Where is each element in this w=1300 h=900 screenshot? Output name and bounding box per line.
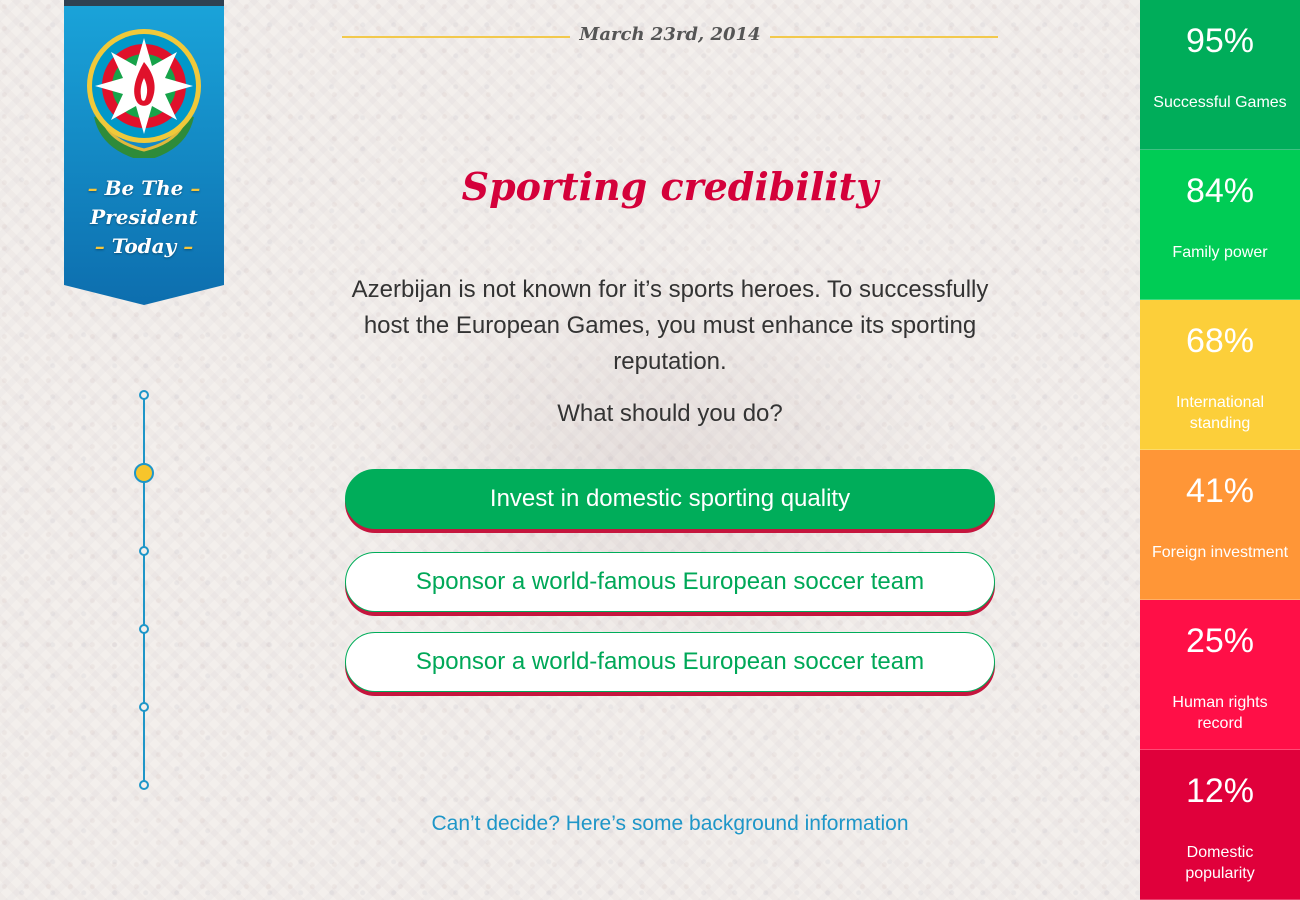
stat-value: 12% — [1185, 772, 1255, 810]
banner-line-2: President — [90, 205, 198, 229]
stat-human-rights-record: 25% Human rights record — [1140, 600, 1300, 750]
timeline-step — [139, 546, 149, 556]
date-divider-right — [770, 36, 998, 38]
stat-family-power: 84% Family power — [1140, 150, 1300, 300]
dash: – — [87, 176, 98, 200]
timeline-step-current — [134, 463, 154, 483]
dash: – — [190, 176, 201, 200]
timeline-step — [139, 780, 149, 790]
current-date: March 23rd, 2014 — [579, 24, 761, 45]
stat-value: 41% — [1185, 472, 1255, 510]
stats-sidebar: 95% Successful Games 84% Family power 68… — [1140, 0, 1300, 900]
stat-value: 95% — [1185, 22, 1255, 60]
stat-label: Family power — [1172, 244, 1268, 261]
dash: – — [94, 234, 105, 258]
banner-title: – Be The – President – Today – — [64, 174, 224, 261]
date-header: March 23rd, 2014 — [342, 24, 998, 52]
stat-international-standing: 68% International standing — [1140, 300, 1300, 450]
timeline-step — [139, 624, 149, 634]
stat-label: International standing — [1175, 394, 1265, 432]
stat-value: 25% — [1185, 622, 1255, 660]
question-prompt: What should you do? — [557, 400, 783, 427]
stat-label: Domestic popularity — [1185, 844, 1255, 882]
stat-label: Successful Games — [1153, 94, 1287, 111]
banner-line-1: Be The — [104, 176, 184, 200]
timeline-line — [143, 395, 145, 785]
stat-successful-games: 95% Successful Games — [1140, 0, 1300, 150]
question-description: Azerbijan is not known for it’s sports h… — [351, 276, 989, 375]
option-button-sponsor-soccer-alt[interactable]: Sponsor a world-famous European soccer t… — [345, 632, 995, 692]
option-button-invest-domestic[interactable]: Invest in domestic sporting quality — [345, 469, 995, 529]
background-info-link[interactable]: Can’t decide? Here’s some background inf… — [342, 812, 998, 836]
timeline-step — [139, 390, 149, 400]
stat-foreign-investment: 41% Foreign investment — [1140, 450, 1300, 600]
progress-timeline — [134, 390, 154, 790]
azerbaijan-emblem-icon — [87, 29, 201, 158]
stat-value: 68% — [1185, 322, 1255, 360]
timeline-step — [139, 702, 149, 712]
dash: – — [183, 234, 194, 258]
banner-line-3: Today — [111, 234, 177, 258]
president-banner: – Be The – President – Today – — [64, 0, 224, 305]
date-divider-left — [342, 36, 570, 38]
stat-value: 84% — [1185, 172, 1255, 210]
stat-label: Foreign investment — [1151, 544, 1289, 561]
option-button-sponsor-soccer[interactable]: Sponsor a world-famous European soccer t… — [345, 552, 995, 612]
stat-label: Human rights record — [1172, 694, 1268, 732]
question-title: Sporting credibility — [461, 164, 879, 209]
stat-domestic-popularity: 12% Domestic popularity — [1140, 750, 1300, 900]
